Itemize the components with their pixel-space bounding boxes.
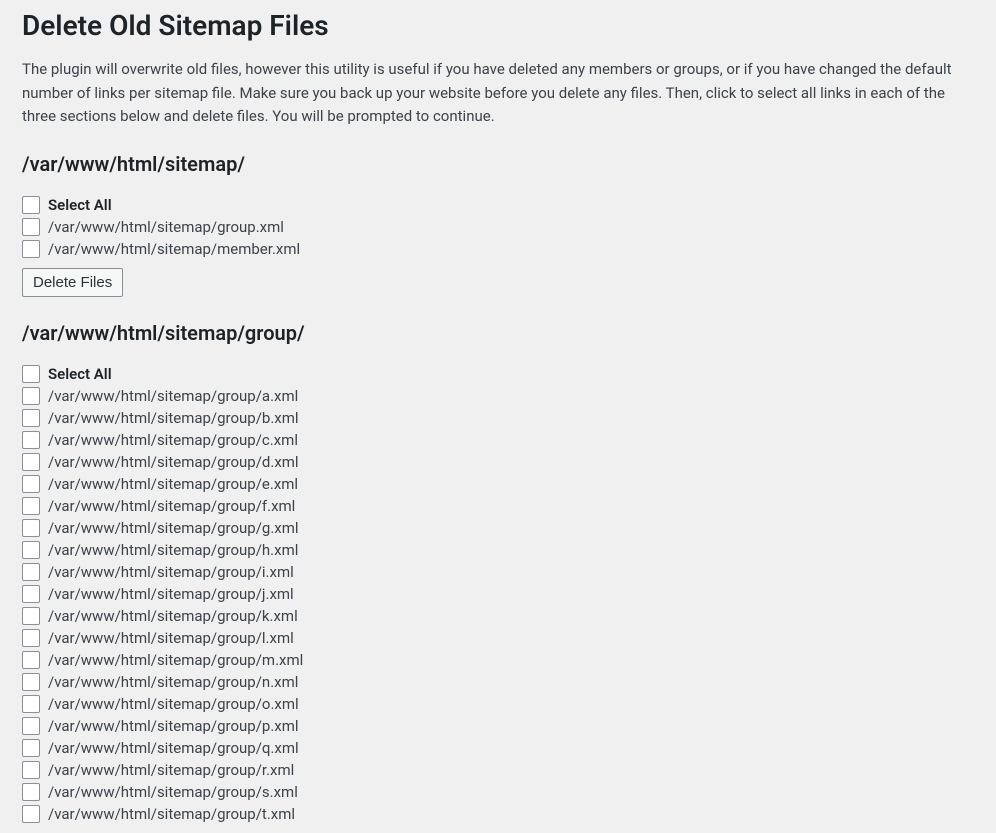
page-description: The plugin will overwrite old files, how… — [22, 58, 974, 128]
section-path-heading: /var/www/html/sitemap/group/ — [22, 321, 974, 345]
file-path-label: /var/www/html/sitemap/group/i.xml — [48, 561, 294, 583]
file-checkbox[interactable] — [22, 475, 40, 493]
section-path-heading: /var/www/html/sitemap/ — [22, 152, 974, 176]
file-checkbox[interactable] — [22, 607, 40, 625]
file-path-label: /var/www/html/sitemap/group.xml — [48, 216, 284, 238]
file-path-label: /var/www/html/sitemap/group/e.xml — [48, 473, 298, 495]
file-path-label: /var/www/html/sitemap/group/k.xml — [48, 605, 298, 627]
file-path-label: /var/www/html/sitemap/group/c.xml — [48, 429, 298, 451]
select-all-label: Select All — [48, 363, 112, 385]
file-path-label: /var/www/html/sitemap/group/d.xml — [48, 451, 299, 473]
file-path-label: /var/www/html/sitemap/group/n.xml — [48, 671, 298, 693]
file-checkbox[interactable] — [22, 541, 40, 559]
file-path-label: /var/www/html/sitemap/group/g.xml — [48, 517, 299, 539]
file-path-label: /var/www/html/sitemap/group/r.xml — [48, 759, 294, 781]
select-all-label: Select All — [48, 194, 112, 216]
file-path-label: /var/www/html/sitemap/group/l.xml — [48, 627, 294, 649]
file-path-label: /var/www/html/sitemap/group/p.xml — [48, 715, 299, 737]
file-path-label: /var/www/html/sitemap/group/t.xml — [48, 803, 295, 825]
file-path-label: /var/www/html/sitemap/group/s.xml — [48, 781, 298, 803]
file-checkbox[interactable] — [22, 783, 40, 801]
file-checkbox[interactable] — [22, 240, 40, 258]
file-path-label: /var/www/html/sitemap/group/h.xml — [48, 539, 298, 561]
file-path-label: /var/www/html/sitemap/group/m.xml — [48, 649, 303, 671]
select-all-checkbox[interactable] — [22, 365, 40, 383]
file-path-label: /var/www/html/sitemap/group/a.xml — [48, 385, 298, 407]
file-path-label: /var/www/html/sitemap/group/o.xml — [48, 693, 299, 715]
file-path-label: /var/www/html/sitemap/group/f.xml — [48, 495, 295, 517]
file-checkbox[interactable] — [22, 218, 40, 236]
file-checkbox[interactable] — [22, 805, 40, 823]
file-checkbox[interactable] — [22, 585, 40, 603]
file-checkbox[interactable] — [22, 519, 40, 537]
file-checkbox[interactable] — [22, 739, 40, 757]
file-checkbox[interactable] — [22, 409, 40, 427]
file-path-label: /var/www/html/sitemap/member.xml — [48, 238, 300, 260]
delete-files-button[interactable]: Delete Files — [22, 268, 123, 297]
file-checkbox[interactable] — [22, 431, 40, 449]
file-checkbox[interactable] — [22, 563, 40, 581]
file-checkbox[interactable] — [22, 695, 40, 713]
file-checkbox[interactable] — [22, 497, 40, 515]
file-checkbox[interactable] — [22, 761, 40, 779]
select-all-checkbox[interactable] — [22, 196, 40, 214]
file-checkbox[interactable] — [22, 673, 40, 691]
file-checkbox[interactable] — [22, 629, 40, 647]
file-path-label: /var/www/html/sitemap/group/q.xml — [48, 737, 299, 759]
page-title: Delete Old Sitemap Files — [22, 8, 974, 44]
file-checkbox[interactable] — [22, 387, 40, 405]
file-checkbox[interactable] — [22, 717, 40, 735]
file-path-label: /var/www/html/sitemap/group/b.xml — [48, 407, 299, 429]
file-checkbox[interactable] — [22, 651, 40, 669]
file-checkbox[interactable] — [22, 453, 40, 471]
file-path-label: /var/www/html/sitemap/group/j.xml — [48, 583, 294, 605]
